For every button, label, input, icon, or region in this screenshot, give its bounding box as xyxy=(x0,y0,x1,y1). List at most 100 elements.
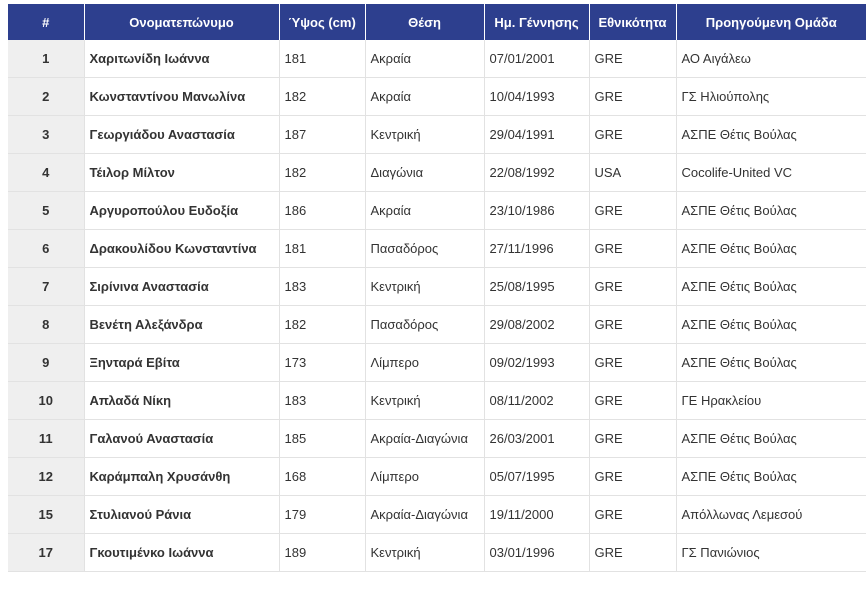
player-name: Γεωργιάδου Αναστασία xyxy=(84,115,280,154)
player-number: 3 xyxy=(8,115,85,154)
player-birth-date: 05/07/1995 xyxy=(484,457,590,496)
player-height: 168 xyxy=(279,457,366,496)
player-nationality: GRE xyxy=(589,115,677,154)
player-name: Καράμπαλη Χρυσάνθη xyxy=(84,457,280,496)
roster-table-body: 1 Χαριτωνίδη Ιωάννα 181 Ακραία 07/01/2001 GRE… xyxy=(8,40,866,572)
player-name: Σιρίνινα Αναστασία xyxy=(84,267,280,306)
table-row: 3 Γεωργιάδου Αναστασία 187 Κεντρική 29/04/19… xyxy=(8,115,866,154)
player-nationality: GRE xyxy=(589,77,677,116)
player-name: Γκουτιμένκο Ιωάννα xyxy=(84,533,280,572)
player-nationality: GRE xyxy=(589,191,677,230)
player-height: 173 xyxy=(279,343,366,382)
player-nationality: GRE xyxy=(589,533,677,572)
table-row: 2 Κωνσταντίνου Μανωλίνα 182 Ακραία 10/04/199… xyxy=(8,77,866,116)
player-birth-date: 10/04/1993 xyxy=(484,77,590,116)
table-row: 6 Δρακουλίδου Κωνσταντίνα 181 Πασαδόρος 27/1… xyxy=(8,229,866,268)
player-position: Ακραία-Διαγώνια xyxy=(365,495,485,534)
player-birth-date: 26/03/2001 xyxy=(484,419,590,458)
player-previous-team: ΓΣ Ηλιούπολης xyxy=(676,77,866,116)
header-position: Θέση xyxy=(365,4,485,40)
table-row: 10 Απλαδά Νίκη 183 Κεντρική 08/11/2002 GRE ΓΕ … xyxy=(8,381,866,420)
player-height: 185 xyxy=(279,419,366,458)
player-position: Διαγώνια xyxy=(365,153,485,192)
table-row: 11 Γαλανού Αναστασία 185 Ακραία-Διαγώνια 26/… xyxy=(8,419,866,458)
player-previous-team: ΑΣΠΕ Θέτις Βούλας xyxy=(676,191,866,230)
player-height: 182 xyxy=(279,153,366,192)
player-position: Ακραία-Διαγώνια xyxy=(365,419,485,458)
header-nationality: Εθνικότητα xyxy=(589,4,677,40)
player-name: Απλαδά Νίκη xyxy=(84,381,280,420)
player-birth-date: 29/04/1991 xyxy=(484,115,590,154)
player-position: Ακραία xyxy=(365,77,485,116)
player-name: Στυλιανού Ράνια xyxy=(84,495,280,534)
header-name: Ονοματεπώνυμο xyxy=(84,4,280,40)
player-name: Αργυροπούλου Ευδοξία xyxy=(84,191,280,230)
roster-table-container: # Ονοματεπώνυμο Ύψος (cm) Θέση Ημ. Γέννη… xyxy=(8,4,866,572)
player-previous-team: Cocolife-United VC xyxy=(676,153,866,192)
player-position: Κεντρική xyxy=(365,381,485,420)
player-position: Κεντρική xyxy=(365,533,485,572)
player-nationality: GRE xyxy=(589,495,677,534)
player-nationality: GRE xyxy=(589,40,677,78)
player-previous-team: ΑΟ Αιγάλεω xyxy=(676,40,866,78)
player-name: Τέιλορ Μίλτον xyxy=(84,153,280,192)
player-number: 2 xyxy=(8,77,85,116)
player-previous-team: ΑΣΠΕ Θέτις Βούλας xyxy=(676,229,866,268)
player-number: 15 xyxy=(8,495,85,534)
player-position: Ακραία xyxy=(365,40,485,78)
player-number: 6 xyxy=(8,229,85,268)
table-row: 7 Σιρίνινα Αναστασία 183 Κεντρική 25/08/1995… xyxy=(8,267,866,306)
table-row: 8 Βενέτη Αλεξάνδρα 182 Πασαδόρος 29/08/2002 G… xyxy=(8,305,866,344)
player-number: 12 xyxy=(8,457,85,496)
player-height: 181 xyxy=(279,40,366,78)
player-number: 9 xyxy=(8,343,85,382)
player-birth-date: 09/02/1993 xyxy=(484,343,590,382)
table-row: 1 Χαριτωνίδη Ιωάννα 181 Ακραία 07/01/2001 GRE… xyxy=(8,40,866,78)
player-nationality: GRE xyxy=(589,381,677,420)
player-birth-date: 25/08/1995 xyxy=(484,267,590,306)
player-nationality: GRE xyxy=(589,305,677,344)
table-row: 9 Ξηνταρά Εβίτα 173 Λίμπερο 09/02/1993 GRE ΑΣΠ… xyxy=(8,343,866,382)
player-height: 183 xyxy=(279,267,366,306)
player-previous-team: ΑΣΠΕ Θέτις Βούλας xyxy=(676,457,866,496)
player-number: 7 xyxy=(8,267,85,306)
player-name: Χαριτωνίδη Ιωάννα xyxy=(84,40,280,78)
player-height: 182 xyxy=(279,77,366,116)
player-birth-date: 08/11/2002 xyxy=(484,381,590,420)
player-previous-team: Απόλλωνας Λεμεσού xyxy=(676,495,866,534)
player-birth-date: 23/10/1986 xyxy=(484,191,590,230)
player-height: 189 xyxy=(279,533,366,572)
player-name: Ξηνταρά Εβίτα xyxy=(84,343,280,382)
roster-table-header: # Ονοματεπώνυμο Ύψος (cm) Θέση Ημ. Γέννη… xyxy=(8,4,866,40)
player-previous-team: ΑΣΠΕ Θέτις Βούλας xyxy=(676,305,866,344)
header-previous-team: Προηγούμενη Ομάδα xyxy=(676,4,866,40)
player-position: Πασαδόρος xyxy=(365,229,485,268)
player-nationality: GRE xyxy=(589,419,677,458)
player-position: Κεντρική xyxy=(365,115,485,154)
header-row: # Ονοματεπώνυμο Ύψος (cm) Θέση Ημ. Γέννη… xyxy=(8,4,866,40)
player-number: 5 xyxy=(8,191,85,230)
player-nationality: GRE xyxy=(589,343,677,382)
player-nationality: USA xyxy=(589,153,677,192)
player-nationality: GRE xyxy=(589,457,677,496)
player-height: 186 xyxy=(279,191,366,230)
player-previous-team: ΓΕ Ηρακλείου xyxy=(676,381,866,420)
player-height: 181 xyxy=(279,229,366,268)
table-row: 17 Γκουτιμένκο Ιωάννα 189 Κεντρική 03/01/199… xyxy=(8,533,866,572)
player-height: 183 xyxy=(279,381,366,420)
table-row: 12 Καράμπαλη Χρυσάνθη 168 Λίμπερο 05/07/1995… xyxy=(8,457,866,496)
header-number: # xyxy=(8,4,85,40)
player-number: 1 xyxy=(8,40,85,78)
player-birth-date: 22/08/1992 xyxy=(484,153,590,192)
table-row: 5 Αργυροπούλου Ευδοξία 186 Ακραία 23/10/1986… xyxy=(8,191,866,230)
player-previous-team: ΑΣΠΕ Θέτις Βούλας xyxy=(676,343,866,382)
player-previous-team: ΑΣΠΕ Θέτις Βούλας xyxy=(676,267,866,306)
player-name: Γαλανού Αναστασία xyxy=(84,419,280,458)
player-position: Λίμπερο xyxy=(365,343,485,382)
player-previous-team: ΑΣΠΕ Θέτις Βούλας xyxy=(676,115,866,154)
player-height: 182 xyxy=(279,305,366,344)
player-birth-date: 07/01/2001 xyxy=(484,40,590,78)
player-nationality: GRE xyxy=(589,267,677,306)
player-name: Δρακουλίδου Κωνσταντίνα xyxy=(84,229,280,268)
player-birth-date: 19/11/2000 xyxy=(484,495,590,534)
